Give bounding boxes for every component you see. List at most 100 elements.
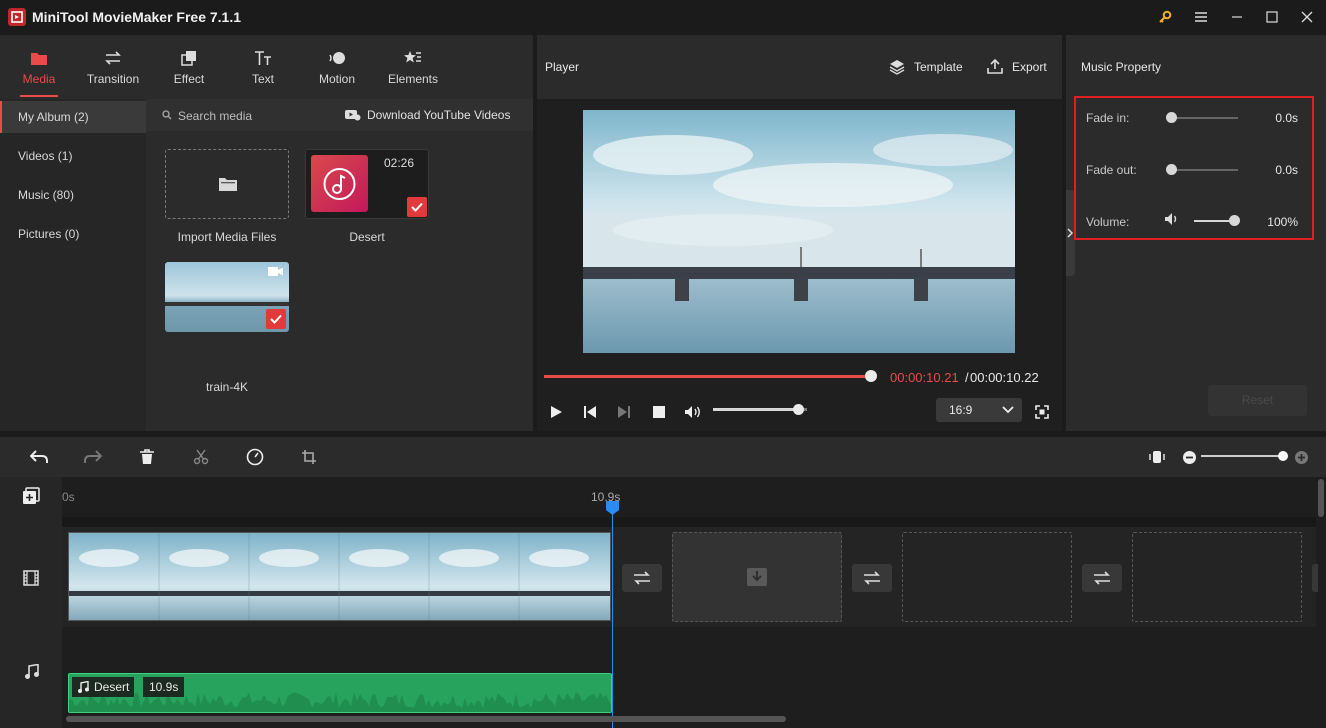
search-icon	[162, 110, 172, 120]
player-panel: Player Template Export 00:00:10.21 / 00:…	[537, 35, 1062, 431]
video-clip-train-4k[interactable]	[68, 532, 611, 621]
fade-out-label: Fade out:	[1086, 163, 1137, 177]
player-header: Player Template Export	[537, 35, 1062, 99]
fade-out-slider[interactable]	[1166, 164, 1238, 175]
search-input[interactable]: Search media	[178, 109, 252, 123]
sidebar-item-pictures[interactable]: Pictures (0)	[0, 218, 146, 250]
folder-icon	[219, 176, 237, 191]
transition-slot-button[interactable]	[1312, 564, 1318, 592]
audio-clip-label: Desert	[72, 677, 135, 697]
fade-in-label: Fade in:	[1086, 111, 1130, 125]
music-property-title: Music Property	[1081, 60, 1162, 74]
timeline-ruler[interactable]: 0s 10.9s	[62, 477, 1316, 527]
transition-slot-button[interactable]	[852, 564, 892, 592]
music-volume-slider[interactable]	[1194, 215, 1240, 226]
timeline-zoom-handle[interactable]	[1278, 451, 1288, 461]
drop-slot-active[interactable]	[672, 532, 842, 622]
zoom-out-icon[interactable]	[1183, 451, 1196, 464]
stop-button[interactable]	[648, 401, 670, 423]
swap-arrows-icon	[78, 47, 148, 69]
timeline-vertical-scrollbar[interactable]	[1318, 479, 1324, 517]
layers-icon	[889, 59, 905, 75]
search-bar[interactable]: Search media Download YouTube Videos	[146, 99, 533, 131]
tab-transition-label: Transition	[86, 72, 140, 86]
app-logo-icon	[8, 8, 26, 26]
checkmark-icon	[407, 197, 427, 217]
delete-button[interactable]	[136, 446, 158, 468]
media-card-train-4k[interactable]	[165, 262, 289, 332]
video-preview	[583, 110, 1015, 353]
volume-icon[interactable]	[682, 401, 704, 423]
key-icon[interactable]	[1150, 4, 1180, 30]
media-library: Search media Download YouTube Videos Imp…	[146, 99, 533, 431]
fade-in-slider-handle[interactable]	[1166, 112, 1177, 123]
playback-progress-handle[interactable]	[864, 370, 877, 382]
timeline-toolbar	[0, 437, 1326, 477]
timeline-horizontal-scrollbar[interactable]	[66, 716, 786, 722]
fit-timeline-icon[interactable]	[1146, 446, 1168, 468]
fade-out-slider-handle[interactable]	[1166, 164, 1177, 175]
download-youtube-button[interactable]: Download YouTube Videos	[367, 108, 510, 122]
audio-clip-name: Desert	[94, 680, 130, 694]
volume-slider[interactable]	[713, 404, 807, 415]
playback-progress-bar[interactable]	[544, 370, 877, 382]
audio-clip-desert[interactable]: Desert 10.9s	[68, 673, 612, 713]
music-property-highlight: Fade in: 0.0s Fade out: 0.0s Volume: 100…	[1074, 96, 1314, 240]
media-card-desert[interactable]: 02:26	[305, 149, 429, 219]
fade-in-slider[interactable]	[1166, 112, 1238, 123]
menu-icon[interactable]	[1186, 4, 1216, 30]
media-panel: Media Transition Effect Text Motion Elem…	[0, 35, 533, 431]
next-frame-button[interactable]	[613, 401, 635, 423]
media-card-train-label: train-4K	[205, 380, 249, 394]
tab-effect[interactable]: Effect	[154, 47, 224, 93]
transition-slot-button[interactable]	[1082, 564, 1122, 592]
ruler-track-gap	[62, 517, 1316, 527]
export-button[interactable]: Export	[1012, 60, 1047, 74]
fullscreen-button[interactable]	[1031, 401, 1053, 423]
drop-here-icon	[747, 568, 767, 586]
checkmark-icon	[266, 309, 286, 329]
sidebar-item-music[interactable]: Music (80)	[0, 179, 146, 211]
motion-icon	[302, 47, 372, 69]
import-media-label: Import Media Files	[177, 230, 277, 244]
undo-button[interactable]	[28, 446, 50, 468]
zoom-in-icon[interactable]	[1295, 451, 1308, 464]
ruler-start-label: 0s	[62, 490, 75, 504]
tab-transition[interactable]: Transition	[78, 47, 148, 93]
toolbar-tabs: Media Transition Effect Text Motion Elem…	[0, 35, 533, 99]
elements-icon	[378, 47, 448, 69]
playhead-handle[interactable]	[606, 501, 619, 515]
maximize-button[interactable]	[1257, 4, 1287, 30]
minimize-button[interactable]	[1222, 4, 1252, 30]
drop-slot[interactable]	[1132, 532, 1302, 622]
tab-elements-label: Elements	[387, 72, 439, 86]
speed-gauge-button[interactable]	[244, 446, 266, 468]
drop-slot[interactable]	[902, 532, 1072, 622]
sidebar-item-videos[interactable]: Videos (1)	[0, 140, 146, 172]
crop-button[interactable]	[298, 446, 320, 468]
music-volume-slider-handle[interactable]	[1229, 215, 1240, 226]
redo-button[interactable]	[82, 446, 104, 468]
aspect-ratio-select[interactable]: 16:9	[936, 398, 1022, 422]
volume-slider-fill	[713, 408, 798, 411]
volume-value: 100%	[1267, 215, 1298, 229]
tab-elements[interactable]: Elements	[378, 47, 448, 93]
import-media-button[interactable]	[165, 149, 289, 219]
play-button[interactable]	[545, 401, 567, 423]
text-icon	[228, 47, 298, 69]
music-note-icon	[311, 155, 368, 212]
tab-text[interactable]: Text	[228, 47, 298, 93]
template-button[interactable]: Template	[914, 60, 963, 74]
transition-slot-button[interactable]	[622, 564, 662, 592]
split-scissors-button[interactable]	[190, 446, 212, 468]
previous-frame-button[interactable]	[579, 401, 601, 423]
tab-motion[interactable]: Motion	[302, 47, 372, 93]
tab-media[interactable]: Media	[4, 47, 74, 93]
reset-button[interactable]: Reset	[1208, 385, 1307, 416]
timeline-zoom-slider[interactable]	[1201, 455, 1284, 457]
bridge-shape	[165, 302, 289, 306]
sidebar-item-my-album[interactable]: My Album (2)	[0, 101, 146, 133]
add-track-icon[interactable]	[22, 487, 40, 505]
close-button[interactable]	[1292, 4, 1322, 30]
volume-slider-handle[interactable]	[792, 404, 804, 415]
